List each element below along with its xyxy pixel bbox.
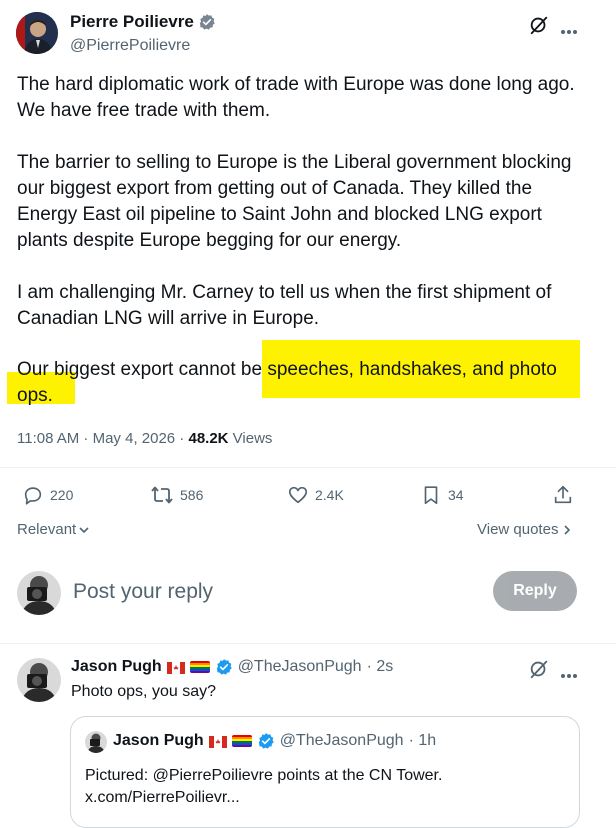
share-icon — [554, 485, 572, 504]
verified-badge-icon — [199, 14, 215, 30]
reply-action[interactable]: 220 — [22, 484, 73, 506]
camera-portrait-icon — [85, 731, 107, 753]
canada-flag-icon — [166, 661, 185, 674]
share-button[interactable] — [552, 484, 574, 511]
heart-icon — [288, 486, 308, 504]
verified-badge-icon — [216, 659, 232, 675]
quoted-post-card[interactable]: Jason Pugh @TheJasonPugh · 1h Pictured: … — [70, 716, 580, 828]
canada-flag-icon — [208, 735, 227, 748]
sort-dropdown[interactable]: Relevant — [17, 521, 90, 538]
post-text-plain: Our biggest export cannot be — [17, 359, 263, 380]
post-text-highlighted: ops. — [17, 385, 53, 406]
bookmark-action[interactable]: 34 — [420, 484, 464, 506]
repost-count: 586 — [180, 487, 204, 503]
bookmark-icon — [424, 486, 438, 505]
post-paragraph: I am challenging Mr. Carney to tell us w… — [17, 282, 552, 329]
view-quotes-link[interactable]: View quotes — [477, 521, 572, 538]
repost-icon — [151, 486, 173, 504]
camera-portrait-icon — [17, 658, 61, 702]
quoted-author-name: Jason Pugh — [113, 732, 204, 749]
quoted-author-handle: @TheJasonPugh — [279, 732, 404, 749]
reply-input[interactable]: Post your reply — [73, 580, 213, 604]
reply-text: Photo ops, you say? — [71, 683, 216, 700]
like-count: 2.4K — [315, 487, 344, 503]
author-avatar[interactable] — [16, 12, 58, 54]
more-options-icon[interactable] — [560, 22, 578, 40]
author-handle[interactable]: @PierrePoilievre — [70, 37, 190, 55]
reply-avatar[interactable] — [17, 658, 61, 702]
reply-author-name[interactable]: Jason Pugh — [71, 658, 162, 676]
bookmark-count: 34 — [448, 487, 464, 503]
sort-label: Relevant — [17, 521, 77, 538]
portrait-icon — [16, 12, 58, 54]
chevron-down-icon — [79, 526, 89, 533]
post-body: The hard diplomatic work of trade with E… — [17, 72, 589, 358]
grok-icon[interactable] — [528, 658, 550, 685]
post-text-highlighted: speeches, handshakes, and photo — [262, 359, 557, 380]
views-label: Views — [228, 430, 273, 447]
view-count: 48.2K — [188, 430, 229, 447]
view-quotes-label: View quotes — [477, 521, 559, 538]
camera-portrait-icon — [17, 571, 61, 615]
divider — [0, 467, 616, 468]
reply-time[interactable]: · 2s — [367, 658, 394, 676]
quoted-text-line: Pictured: @PierrePoilievre points at the… — [85, 767, 443, 784]
grok-icon[interactable] — [528, 14, 550, 41]
reply-author-handle[interactable]: @TheJasonPugh — [238, 658, 362, 676]
author-name[interactable]: Pierre Poilievre — [70, 12, 194, 32]
repost-action[interactable]: 586 — [150, 484, 203, 506]
divider — [0, 643, 616, 644]
composer-avatar — [17, 571, 61, 615]
more-options-icon[interactable] — [560, 666, 578, 684]
verified-badge-icon — [258, 733, 274, 749]
reply-count: 220 — [50, 487, 74, 503]
reply-icon — [24, 487, 42, 505]
reply-button[interactable]: Reply — [493, 571, 577, 611]
rainbow-flag-icon — [231, 735, 252, 747]
like-action[interactable]: 2.4K — [287, 484, 344, 506]
post-paragraph: The barrier to selling to Europe is the … — [17, 152, 572, 251]
post-timestamp[interactable]: 11:08 AM · May 4, 2026 · — [17, 430, 188, 447]
quoted-time: · 1h — [408, 732, 437, 749]
quoted-avatar — [85, 731, 107, 753]
rainbow-flag-icon — [189, 661, 210, 673]
chevron-right-icon — [564, 524, 571, 535]
post-paragraph: The hard diplomatic work of trade with E… — [17, 74, 575, 121]
